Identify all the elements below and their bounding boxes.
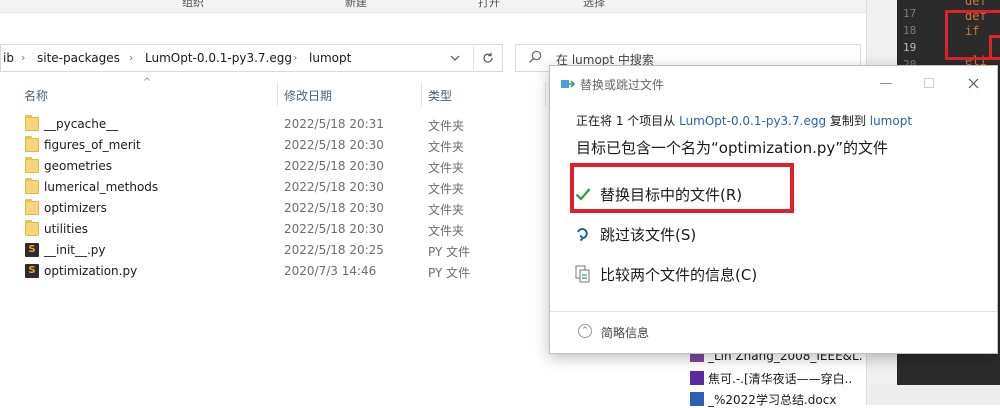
folder-icon xyxy=(25,199,39,215)
file-type: 文件夹 xyxy=(428,161,465,175)
file-name: lumerical_methods xyxy=(44,180,159,194)
file-modified-date: 2022/5/18 20:30 xyxy=(284,138,384,152)
file-row[interactable]: lumerical_methods 2022/5/18 20:30 文件夹 xyxy=(20,177,550,198)
file-row[interactable]: utilities 2022/5/18 20:30 文件夹 xyxy=(20,219,550,240)
breadcrumb-separator-icon[interactable]: › xyxy=(129,51,133,64)
file-name: optimizers xyxy=(44,201,107,215)
file-type: 文件夹 xyxy=(428,140,465,154)
source-folder-link[interactable]: LumOpt-0.0.1-py3.7.egg xyxy=(679,114,826,128)
dialog-title: 替换或跳过文件 xyxy=(580,78,665,92)
file-type: 文件夹 xyxy=(428,224,465,238)
folder-icon xyxy=(25,136,39,152)
breadcrumb-item[interactable]: LumOpt-0.0.1-py3.7.egg xyxy=(145,51,292,65)
file-modified-date: 2022/5/18 20:30 xyxy=(284,201,384,215)
column-divider[interactable] xyxy=(421,82,422,106)
column-header-type[interactable]: 类型 xyxy=(428,87,452,104)
refresh-icon[interactable] xyxy=(473,46,502,70)
copy-icon xyxy=(561,78,576,90)
compare-option-label: 比较两个文件的信息(C) xyxy=(600,265,758,284)
folder-icon xyxy=(25,115,39,131)
file-row[interactable]: S __init__.py 2022/5/18 20:25 PY 文件 xyxy=(20,240,550,261)
file-modified-date: 2022/5/18 20:30 xyxy=(284,159,384,173)
chevron-down-icon[interactable] xyxy=(441,46,469,70)
fewer-details-link[interactable]: 简略信息 xyxy=(601,324,649,341)
file-modified-date: 2022/5/18 20:30 xyxy=(284,180,384,194)
line-number: 17 xyxy=(903,7,917,20)
file-row[interactable]: geometries 2022/5/18 20:30 文件夹 xyxy=(20,156,550,177)
file-modified-date: 2022/5/18 20:25 xyxy=(284,243,384,257)
code-token: def xyxy=(965,0,987,8)
breadcrumb-item[interactable]: lumopt xyxy=(309,51,351,65)
column-divider[interactable] xyxy=(277,82,278,106)
column-header-name[interactable]: 名称 xyxy=(24,87,48,104)
file-modified-date: 2022/5/18 20:30 xyxy=(284,222,384,236)
ribbon-bar: 组织 新建 打开 选择 xyxy=(0,0,866,13)
annotation-highlight-box xyxy=(570,163,794,213)
column-divider[interactable] xyxy=(545,82,546,106)
skip-arrow-icon xyxy=(574,225,592,243)
ribbon-item-open[interactable]: 打开 xyxy=(478,0,500,10)
file-type: 文件夹 xyxy=(428,203,465,217)
destination-folder-link[interactable]: lumopt xyxy=(870,114,912,128)
breadcrumb-item[interactable]: site-packages xyxy=(37,51,120,65)
line-number: 19 xyxy=(903,41,917,54)
folder-icon xyxy=(25,220,39,236)
breadcrumb-separator-icon[interactable]: › xyxy=(293,51,297,64)
file-row[interactable]: optimizers 2022/5/18 20:30 文件夹 xyxy=(20,198,550,219)
file-type: 文件夹 xyxy=(428,182,465,196)
file-modified-date: 2022/5/18 20:31 xyxy=(284,117,384,131)
line-number: 18 xyxy=(903,24,917,37)
file-row[interactable]: figures_of_merit 2022/5/18 20:30 文件夹 xyxy=(20,135,550,156)
file-modified-date: 2020/7/3 14:46 xyxy=(284,264,377,278)
annotation-highlight-box xyxy=(989,35,1000,60)
breadcrumb-item[interactable]: ib xyxy=(3,51,14,65)
list-item[interactable]: 焦可.-.[清华夜话——穿白.. xyxy=(690,370,852,387)
info-prefix: 正在将 1 个项目从 xyxy=(576,114,676,128)
collapse-details-icon[interactable]: ⌃ xyxy=(578,324,592,338)
video-file-icon xyxy=(690,371,704,385)
breadcrumb-separator-icon[interactable]: › xyxy=(21,51,25,64)
file-name: optimization.py xyxy=(44,264,138,278)
minimize-icon[interactable]: — xyxy=(873,71,899,95)
folder-icon xyxy=(25,178,39,194)
dialog-heading: 目标已包含一个名为“optimization.py”的文件 xyxy=(576,139,889,157)
compare-files-icon xyxy=(574,265,592,283)
compare-option[interactable]: 比较两个文件的信息(C) xyxy=(574,259,964,289)
file-name: geometries xyxy=(44,159,113,173)
sort-up-icon: ^ xyxy=(143,77,152,88)
file-type: PY 文件 xyxy=(428,245,471,259)
close-icon[interactable] xyxy=(960,71,986,95)
file-name: __pycache__ xyxy=(44,117,119,131)
ribbon-item-organize[interactable]: 组织 xyxy=(182,0,204,10)
python-file-icon: S xyxy=(25,264,39,278)
copy-info-text: 正在将 1 个项目从 LumOpt-0.0.1-py3.7.egg 复制到 lu… xyxy=(576,112,912,129)
ribbon-item-new[interactable]: 新建 xyxy=(345,0,367,10)
skip-option-label: 跳过该文件(S) xyxy=(600,225,697,244)
maximize-icon[interactable] xyxy=(916,71,942,95)
dialog-footer: ⌃ 简略信息 xyxy=(550,311,997,354)
list-item[interactable]: _%2022学习总结.docx xyxy=(690,391,836,408)
file-name: __init__.py xyxy=(44,243,106,257)
word-doc-icon xyxy=(690,392,704,406)
folder-icon xyxy=(25,157,39,173)
file-row[interactable]: Soptimization.py 2020/7/3 14:46 PY 文件 xyxy=(20,261,550,282)
skip-option[interactable]: 跳过该文件(S) xyxy=(574,219,964,249)
search-icon xyxy=(528,50,542,68)
editor-status-strip xyxy=(869,385,1000,405)
list-item-label: 焦可.-.[清华夜话——穿白.. xyxy=(708,372,853,386)
address-bar[interactable]: ib › site-packages › LumOpt-0.0.1-py3.7.… xyxy=(0,44,503,72)
file-row[interactable]: __pycache__ 2022/5/18 20:31 文件夹 xyxy=(20,114,550,135)
file-type: PY 文件 xyxy=(428,266,471,280)
info-mid: 复制到 xyxy=(829,114,866,128)
column-header-date[interactable]: 修改日期 xyxy=(284,87,332,104)
file-type: 文件夹 xyxy=(428,119,465,133)
ribbon-item-select[interactable]: 选择 xyxy=(583,0,605,10)
python-file-icon: S xyxy=(25,243,39,257)
file-name: utilities xyxy=(44,222,88,236)
file-name: figures_of_merit xyxy=(44,138,141,152)
